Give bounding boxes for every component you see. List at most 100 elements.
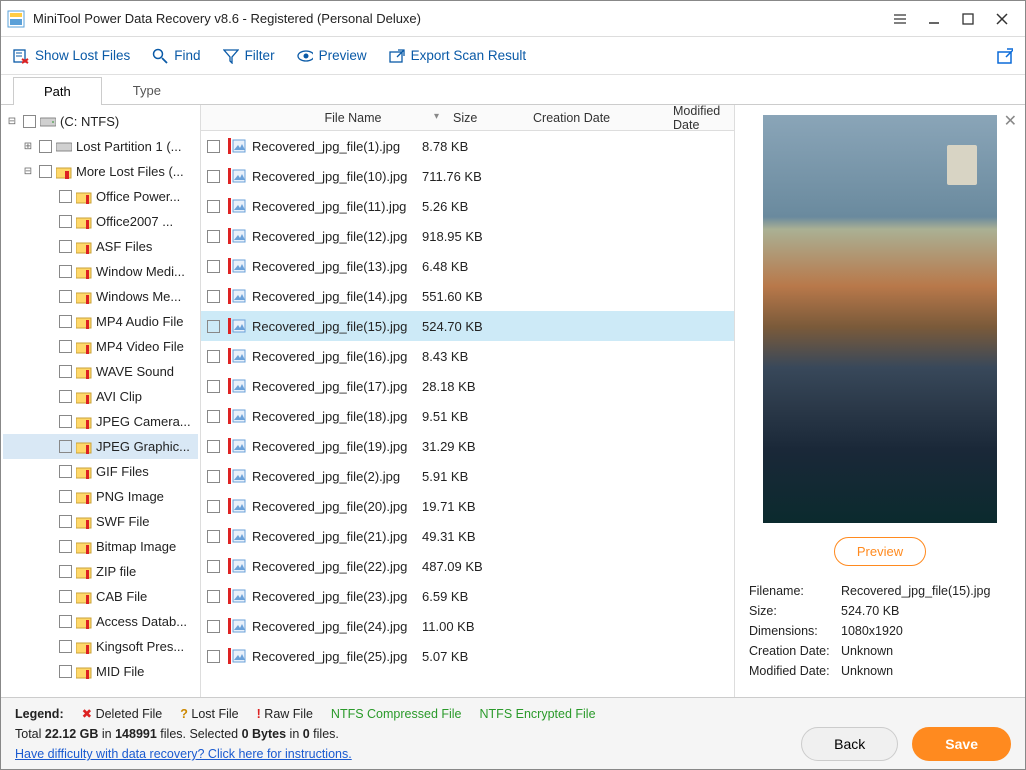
file-row[interactable]: Recovered_jpg_file(25).jpg5.07 KB <box>201 641 734 671</box>
close-icon[interactable] <box>985 5 1019 33</box>
tree-item[interactable]: AVI Clip <box>3 384 198 409</box>
checkbox[interactable] <box>207 320 220 333</box>
checkbox[interactable] <box>207 530 220 543</box>
minimize-icon[interactable] <box>917 5 951 33</box>
close-preview-icon[interactable]: ✕ <box>1004 111 1017 131</box>
checkbox[interactable] <box>59 340 72 353</box>
checkbox[interactable] <box>207 410 220 423</box>
tree-item[interactable]: PNG Image <box>3 484 198 509</box>
checkbox[interactable] <box>207 590 220 603</box>
checkbox[interactable] <box>59 590 72 603</box>
file-row[interactable]: Recovered_jpg_file(19).jpg31.29 KB <box>201 431 734 461</box>
collapse-icon[interactable]: ⊟ <box>5 115 19 129</box>
tree-item[interactable]: Bitmap Image <box>3 534 198 559</box>
tree-item[interactable]: SWF File <box>3 509 198 534</box>
checkbox[interactable] <box>59 265 72 278</box>
tree-root[interactable]: ⊟ (C: NTFS) <box>3 109 198 134</box>
tree-item[interactable]: Window Medi... <box>3 259 198 284</box>
file-row[interactable]: Recovered_jpg_file(20).jpg19.71 KB <box>201 491 734 521</box>
filter-button[interactable]: Filter <box>223 48 275 64</box>
help-link[interactable]: Have difficulty with data recovery? Clic… <box>15 747 352 761</box>
tree-item[interactable]: JPEG Camera... <box>3 409 198 434</box>
tree-item[interactable]: MID File <box>3 659 198 684</box>
checkbox[interactable] <box>207 260 220 273</box>
tree-item[interactable]: WAVE Sound <box>3 359 198 384</box>
checkbox[interactable] <box>59 665 72 678</box>
share-button[interactable] <box>997 48 1013 64</box>
checkbox[interactable] <box>23 115 36 128</box>
tree-item[interactable]: GIF Files <box>3 459 198 484</box>
file-list-body[interactable]: Recovered_jpg_file(1).jpg8.78 KBRecovere… <box>201 131 734 697</box>
checkbox[interactable] <box>59 465 72 478</box>
checkbox[interactable] <box>59 540 72 553</box>
checkbox[interactable] <box>59 615 72 628</box>
file-row[interactable]: Recovered_jpg_file(22).jpg487.09 KB <box>201 551 734 581</box>
menu-icon[interactable] <box>883 5 917 33</box>
checkbox[interactable] <box>39 165 52 178</box>
column-filename[interactable]: File Name▾ <box>253 111 453 125</box>
checkbox[interactable] <box>207 170 220 183</box>
file-row[interactable]: Recovered_jpg_file(11).jpg5.26 KB <box>201 191 734 221</box>
checkbox[interactable] <box>207 470 220 483</box>
file-row[interactable]: Recovered_jpg_file(12).jpg918.95 KB <box>201 221 734 251</box>
tree-item[interactable]: ZIP file <box>3 559 198 584</box>
maximize-icon[interactable] <box>951 5 985 33</box>
tree-more-lost[interactable]: ⊟ More Lost Files (... <box>3 159 198 184</box>
file-row[interactable]: Recovered_jpg_file(16).jpg8.43 KB <box>201 341 734 371</box>
file-row[interactable]: Recovered_jpg_file(18).jpg9.51 KB <box>201 401 734 431</box>
tree-item[interactable]: JPEG Graphic... <box>3 434 198 459</box>
file-row[interactable]: Recovered_jpg_file(21).jpg49.31 KB <box>201 521 734 551</box>
checkbox[interactable] <box>59 440 72 453</box>
checkbox[interactable] <box>207 290 220 303</box>
column-size[interactable]: Size <box>453 111 533 125</box>
checkbox[interactable] <box>207 440 220 453</box>
tree-item[interactable]: Office Power... <box>3 184 198 209</box>
tab-type[interactable]: Type <box>102 76 192 104</box>
tree-lost-partition[interactable]: ⊞ Lost Partition 1 (... <box>3 134 198 159</box>
checkbox[interactable] <box>59 390 72 403</box>
tab-path[interactable]: Path <box>13 77 102 105</box>
checkbox[interactable] <box>39 140 52 153</box>
back-button[interactable]: Back <box>801 727 898 761</box>
tree-item[interactable]: MP4 Video File <box>3 334 198 359</box>
file-row[interactable]: Recovered_jpg_file(10).jpg711.76 KB <box>201 161 734 191</box>
tree-item[interactable]: Access Datab... <box>3 609 198 634</box>
checkbox[interactable] <box>207 230 220 243</box>
export-button[interactable]: Export Scan Result <box>389 48 527 64</box>
checkbox[interactable] <box>59 640 72 653</box>
checkbox[interactable] <box>207 350 220 363</box>
checkbox[interactable] <box>59 315 72 328</box>
tree-item[interactable]: Kingsoft Pres... <box>3 634 198 659</box>
checkbox[interactable] <box>59 365 72 378</box>
file-row[interactable]: Recovered_jpg_file(13).jpg6.48 KB <box>201 251 734 281</box>
tree-item[interactable]: ASF Files <box>3 234 198 259</box>
checkbox[interactable] <box>207 560 220 573</box>
checkbox[interactable] <box>59 215 72 228</box>
checkbox[interactable] <box>59 515 72 528</box>
checkbox[interactable] <box>59 290 72 303</box>
column-modified-date[interactable]: Modified Date <box>673 105 734 132</box>
checkbox[interactable] <box>207 200 220 213</box>
find-button[interactable]: Find <box>152 48 200 64</box>
show-lost-files-button[interactable]: Show Lost Files <box>13 48 130 64</box>
tree-view[interactable]: ⊟ (C: NTFS) ⊞ Lost Partition 1 (... ⊟ Mo… <box>1 105 201 697</box>
file-row[interactable]: Recovered_jpg_file(1).jpg8.78 KB <box>201 131 734 161</box>
file-row[interactable]: Recovered_jpg_file(14).jpg551.60 KB <box>201 281 734 311</box>
file-row[interactable]: Recovered_jpg_file(23).jpg6.59 KB <box>201 581 734 611</box>
checkbox[interactable] <box>207 140 220 153</box>
column-creation-date[interactable]: Creation Date <box>533 111 673 125</box>
checkbox[interactable] <box>59 190 72 203</box>
file-row[interactable]: Recovered_jpg_file(24).jpg11.00 KB <box>201 611 734 641</box>
checkbox[interactable] <box>207 380 220 393</box>
tree-item[interactable]: Windows Me... <box>3 284 198 309</box>
file-row[interactable]: Recovered_jpg_file(2).jpg5.91 KB <box>201 461 734 491</box>
checkbox[interactable] <box>59 565 72 578</box>
checkbox[interactable] <box>207 620 220 633</box>
save-button[interactable]: Save <box>912 727 1011 761</box>
collapse-icon[interactable]: ⊟ <box>21 165 35 179</box>
checkbox[interactable] <box>207 650 220 663</box>
checkbox[interactable] <box>59 240 72 253</box>
checkbox[interactable] <box>59 415 72 428</box>
checkbox[interactable] <box>59 490 72 503</box>
tree-item[interactable]: MP4 Audio File <box>3 309 198 334</box>
